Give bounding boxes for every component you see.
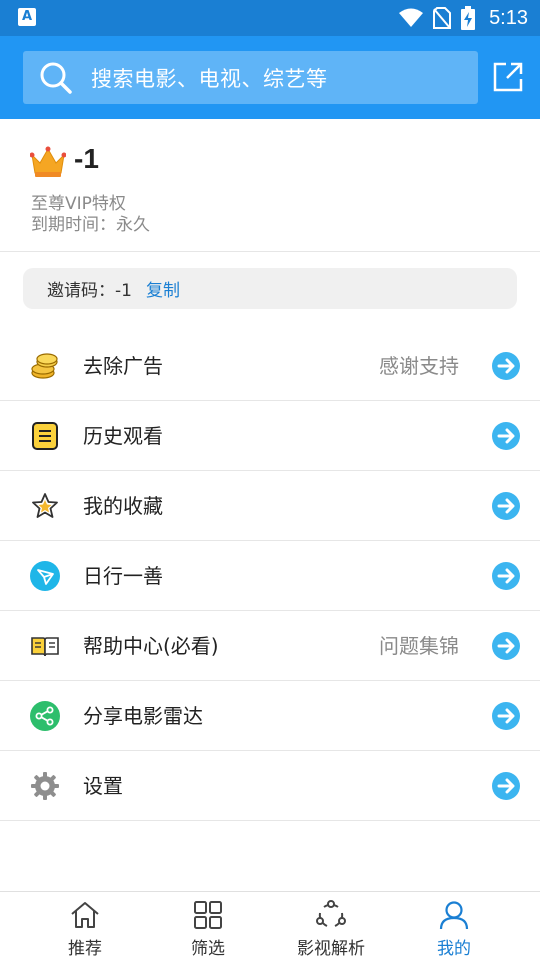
vip-section: -1 至尊VIP特权 到期时间：永久 [0,119,540,252]
coins-icon [31,353,58,379]
menu-item-help-center[interactable]: 帮助中心(必看) 问题集锦 [0,611,540,681]
tab-label: 推荐 [68,939,102,959]
menu-item-settings[interactable]: 设置 [0,751,540,821]
gear-icon [31,772,59,800]
paper-plane-icon [30,561,60,591]
user-icon [439,901,469,930]
menu-item-share-app[interactable]: 分享电影雷达 [0,681,540,751]
vip-expiry: 到期时间：永久 [31,215,150,235]
book-icon [31,637,59,657]
menu-label: 日行一善 [83,564,163,588]
share-icon [30,701,60,731]
grid-icon [194,901,222,929]
menu-label: 去除广告 [83,354,163,378]
copy-invite-button[interactable]: 复制 [146,276,180,301]
arrow-right-icon [492,702,520,730]
menu-label: 设置 [83,774,123,798]
arrow-right-icon [492,352,520,380]
invite-code-bar: 邀请码：-1 复制 [23,268,517,309]
menu-label: 我的收藏 [83,494,163,518]
arrow-right-icon [492,562,520,590]
menu-hint: 感谢支持 [379,354,459,378]
tab-recommend[interactable]: 推荐 [25,892,145,960]
crown-icon [30,146,66,177]
tab-mine[interactable]: 我的 [394,892,514,960]
tab-label: 筛选 [191,939,225,959]
no-sim-icon [433,7,452,29]
parse-icon [316,900,346,927]
tab-label: 我的 [437,939,471,959]
invite-code-label: 邀请码：-1 [47,281,132,301]
app-notification-icon: A [18,8,36,26]
arrow-right-icon [492,632,520,660]
menu-item-favorites[interactable]: 我的收藏 [0,471,540,541]
search-bar[interactable]: 搜索电影、电视、综艺等 [23,51,478,104]
wifi-icon [399,8,424,27]
menu-hint: 问题集锦 [379,634,459,658]
history-icon [32,422,58,450]
menu-list: 去除广告 感谢支持 历史观看 我的收藏 日行一善 帮助中心(必看) 问题集锦 分… [0,331,540,821]
search-placeholder: 搜索电影、电视、综艺等 [91,66,328,91]
home-icon [71,902,99,928]
arrow-right-icon [492,772,520,800]
tab-video-parse[interactable]: 影视解析 [271,892,391,960]
top-header: 搜索电影、电视、综艺等 [0,36,540,119]
search-icon [40,62,72,94]
star-icon [32,493,58,518]
menu-item-history[interactable]: 历史观看 [0,401,540,471]
tab-filter[interactable]: 筛选 [148,892,268,960]
menu-label: 分享电影雷达 [83,704,203,728]
battery-charging-icon [461,6,476,30]
vip-username: -1 [74,143,99,174]
menu-label: 帮助中心(必看) [83,634,219,658]
menu-label: 历史观看 [83,424,163,448]
menu-item-remove-ads[interactable]: 去除广告 感谢支持 [0,331,540,401]
arrow-right-icon [492,422,520,450]
bottom-tab-bar: 推荐 筛选 影视解析 我的 [0,891,540,960]
status-icons: 5:13 [399,0,528,36]
menu-item-daily-good-deed[interactable]: 日行一善 [0,541,540,611]
tab-label: 影视解析 [297,939,365,959]
status-time: 5:13 [489,6,528,29]
external-share-icon[interactable] [493,62,523,92]
status-bar: A 5:13 [0,0,540,36]
arrow-right-icon [492,492,520,520]
